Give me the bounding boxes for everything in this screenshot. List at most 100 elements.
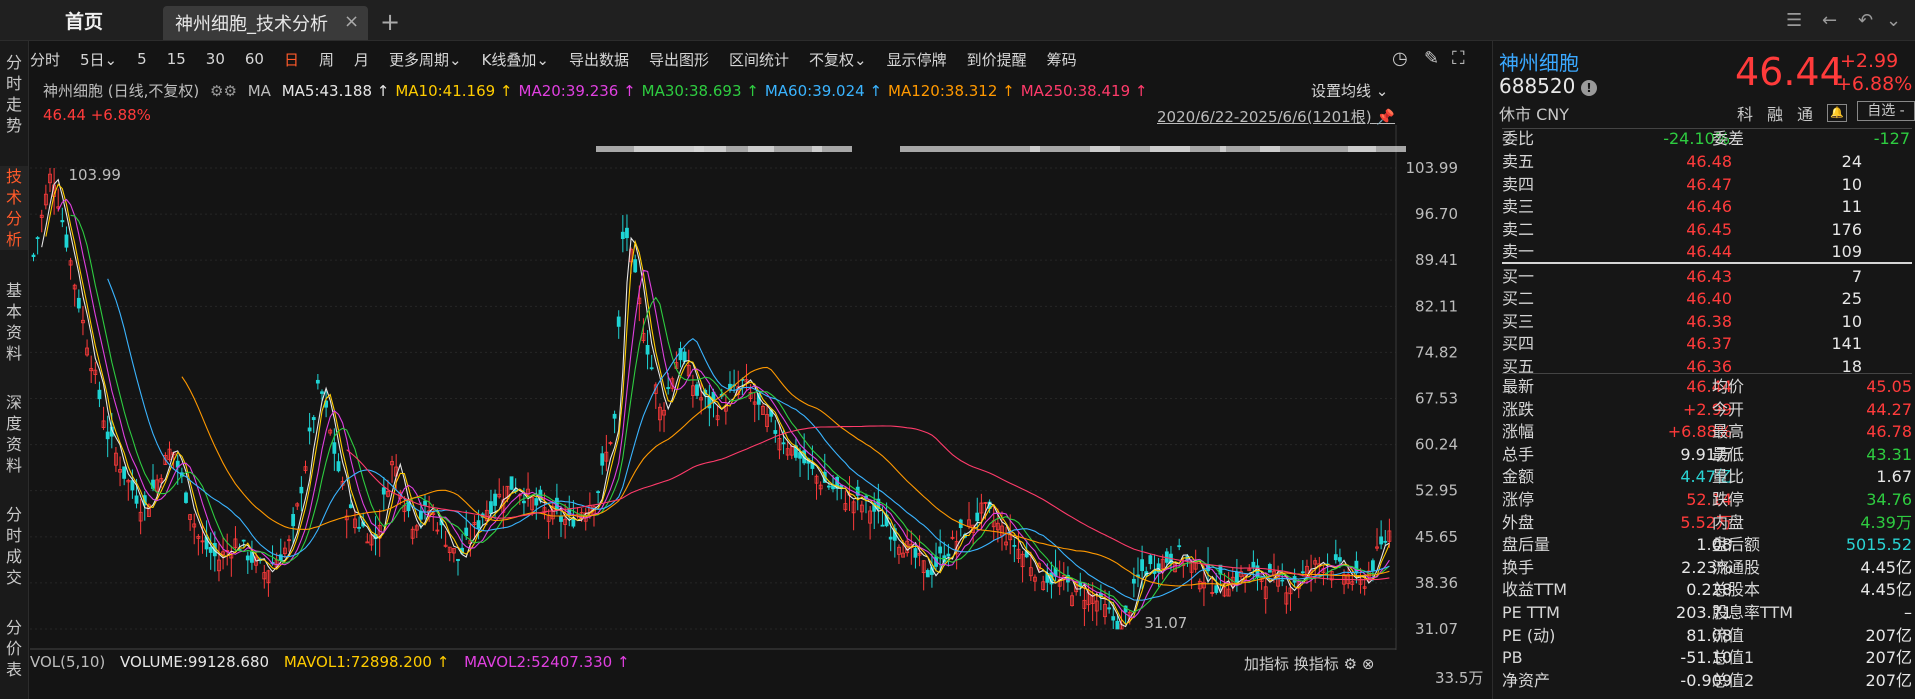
order-label: 卖三 — [1502, 197, 1535, 216]
sidenav-item-1[interactable]: 技术分析 — [0, 166, 28, 250]
period-button-5[interactable]: 60 — [245, 50, 264, 68]
stat-label: 涨跌 — [1502, 399, 1535, 419]
period-button-0[interactable]: 分时 — [30, 49, 60, 70]
undo-icon[interactable]: ↶ — [1858, 10, 1873, 31]
candle — [315, 374, 320, 390]
bid-row[interactable]: 买二 46.40 25 — [1502, 288, 1912, 310]
bid-row[interactable]: 买三 46.38 10 — [1502, 311, 1912, 333]
brush-icon[interactable]: ✎ — [1424, 48, 1439, 69]
stat-label: 外盘 — [1502, 512, 1535, 532]
sidenav-item-2[interactable]: 基本资料 — [0, 280, 28, 364]
period-button-10[interactable]: K线叠加⌄ — [482, 49, 549, 70]
ask-row[interactable]: 卖三 46.46 11 — [1502, 196, 1912, 218]
candle-body — [625, 227, 629, 239]
candle-body — [913, 548, 918, 558]
y-tick-label: 45.65 — [1415, 528, 1458, 546]
bid-row[interactable]: 买一 46.43 7 — [1502, 266, 1912, 288]
candle — [217, 541, 221, 582]
candle-body — [509, 476, 514, 490]
candle-body — [365, 541, 370, 544]
candle — [229, 545, 234, 577]
set-ma-button[interactable]: 设置均线 ⌄ — [1311, 80, 1388, 101]
fullscreen-icon[interactable]: ⛶ — [1452, 48, 1465, 69]
period-button-16[interactable]: 到价提醒 — [967, 49, 1027, 70]
settings-icon[interactable]: ⚙ — [1344, 655, 1357, 673]
add-indicator-button[interactable]: 加指标 — [1244, 655, 1289, 673]
ask-row[interactable]: 卖五 46.48 24 — [1502, 151, 1912, 173]
bid-row[interactable]: 买四 46.37 141 — [1502, 333, 1912, 355]
candle — [266, 569, 271, 597]
candle-body — [695, 384, 699, 396]
candle — [188, 514, 193, 531]
back-arrow-icon[interactable]: ← — [1822, 10, 1837, 31]
candle-body — [938, 546, 943, 554]
watchlist-button[interactable]: 自选 - — [1857, 101, 1915, 121]
layout-icon[interactable]: ☰ — [1786, 10, 1802, 31]
period-button-12[interactable]: 导出图形 — [649, 49, 709, 70]
period-button-8[interactable]: 月 — [354, 49, 369, 70]
period-button-7[interactable]: 周 — [319, 49, 334, 70]
order-price: 46.40 — [1686, 289, 1732, 308]
period-button-6[interactable]: 日 — [284, 49, 299, 70]
candle-body — [489, 501, 493, 515]
sidenav-item-0[interactable]: 分时走势 — [0, 52, 28, 136]
bid-row[interactable]: 买五 46.36 18 — [1502, 356, 1912, 378]
pin-icon[interactable]: 📌 — [1376, 108, 1395, 126]
period-button-15[interactable]: 显示停牌 — [887, 49, 947, 70]
sidenav-item-4[interactable]: 分时成交 — [0, 504, 28, 588]
bell-icon[interactable]: 🔔 — [1827, 104, 1848, 122]
close-icon[interactable]: × — [344, 11, 359, 32]
period-button-4[interactable]: 30 — [206, 50, 225, 68]
period-button-17[interactable]: 筹码 — [1047, 49, 1077, 70]
ask-row[interactable]: 卖一 46.44 109 — [1502, 241, 1912, 263]
date-range[interactable]: 2020/6/22-2025/6/6(1201根) 📌 — [1157, 106, 1395, 127]
ask-row[interactable]: 卖二 46.45 176 — [1502, 219, 1912, 241]
stat-value: 5015.52 — [1845, 535, 1912, 555]
tab-technical-analysis[interactable]: 神州细胞_技术分析 — [163, 6, 368, 40]
stat-value: 4.39万 — [1860, 512, 1912, 532]
candle-body — [1379, 536, 1384, 545]
candle — [625, 214, 629, 252]
stat-value: 1.67 — [1876, 467, 1912, 487]
order-volume: 176 — [1831, 219, 1862, 239]
candle — [620, 215, 625, 253]
period-button-1[interactable]: 5日⌄ — [80, 49, 117, 70]
tab-home[interactable]: 首页 — [0, 0, 168, 40]
candle — [1041, 575, 1046, 591]
swap-indicator-button[interactable]: 换指标 — [1294, 655, 1339, 673]
period-button-9[interactable]: 更多周期⌄ — [389, 49, 462, 70]
gear-icon[interactable]: ⚙⚙ — [210, 82, 237, 100]
stock-name[interactable]: 神州细胞 — [1499, 47, 1579, 76]
order-price: 46.48 — [1686, 152, 1732, 171]
candle-body — [522, 500, 526, 504]
order-price: 46.45 — [1686, 219, 1732, 239]
stat-label: 净资产 — [1502, 670, 1551, 690]
kline-chart[interactable]: 103.99 96.70 89.41 82.11 74.82 67.53 60.24 52.9… — [30, 125, 1490, 650]
chevron-down-icon[interactable]: ⌄ — [1886, 10, 1901, 31]
stat-label: 换手 — [1502, 557, 1535, 577]
info-icon[interactable]: ! — [1581, 80, 1597, 96]
candle — [526, 472, 530, 507]
period-button-14[interactable]: 不复权⌄ — [809, 49, 867, 70]
candle-body — [307, 427, 312, 432]
candle-body — [1177, 545, 1182, 548]
add-tab-icon[interactable]: + — [380, 8, 400, 36]
candle-body — [134, 495, 139, 504]
period-button-3[interactable]: 15 — [167, 50, 186, 68]
candle — [410, 526, 415, 545]
period-button-2[interactable]: 5 — [137, 50, 147, 68]
period-button-11[interactable]: 导出数据 — [569, 49, 629, 70]
ma-value-5: MA120:38.312 ↑ — [888, 82, 1015, 100]
stat-label: 收益TTM — [1502, 580, 1568, 600]
sidenav-item-5[interactable]: 分价表 — [0, 617, 28, 680]
ask-row[interactable]: 卖四 46.47 10 — [1502, 174, 1912, 196]
clock-icon[interactable]: ◷ — [1392, 48, 1408, 69]
mavol2-value: MAVOL2:52407.330 ↑ — [464, 653, 630, 671]
period-button-13[interactable]: 区间统计 — [729, 49, 789, 70]
candle-body — [534, 498, 539, 506]
candle — [744, 363, 749, 390]
close-icon[interactable]: ⊗ — [1362, 655, 1375, 673]
sidenav-item-3[interactable]: 深度资料 — [0, 392, 28, 476]
order-label: 买一 — [1502, 266, 1535, 286]
candle — [64, 226, 69, 252]
